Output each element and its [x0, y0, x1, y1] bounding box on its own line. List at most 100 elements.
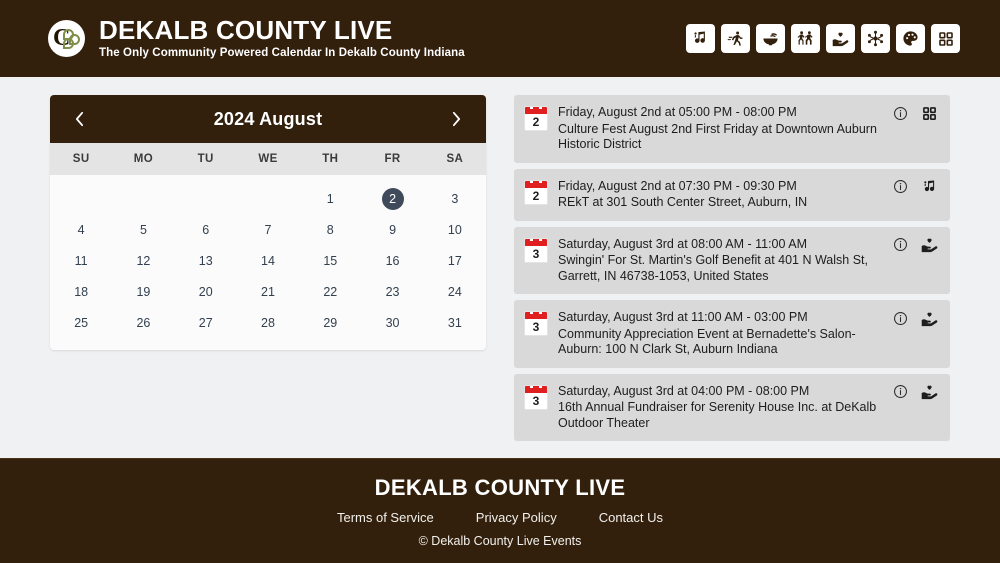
site-title: DEKALB COUNTY LIVE	[99, 15, 393, 45]
calendar-day-1[interactable]: 1	[299, 183, 361, 214]
calendar-day-3[interactable]: 3	[424, 183, 486, 214]
calendar-day-28[interactable]: 28	[237, 307, 299, 338]
footer-link-terms-of-service[interactable]: Terms of Service	[337, 510, 434, 525]
calendar-day-label: 10	[447, 222, 462, 237]
category-button-arts[interactable]	[896, 24, 925, 53]
hand-heart-charity-icon	[921, 236, 938, 258]
calendar-weekday-th: TH	[322, 153, 339, 165]
event-day-number: 2	[532, 115, 540, 129]
calendar-day-label: 29	[323, 315, 338, 330]
category-button-family[interactable]	[791, 24, 820, 53]
calendar-day-11[interactable]: 11	[50, 245, 112, 276]
brand[interactable]: C DEKALB COUNTY LIVE The Only Community …	[48, 16, 465, 61]
event-category-button[interactable]	[921, 383, 938, 405]
calendar-day-21[interactable]: 21	[237, 276, 299, 307]
event-title-location: Community Appreciation Event at Bernadet…	[558, 326, 856, 357]
calendar-day-14[interactable]: 14	[237, 245, 299, 276]
events-container: 2 Friday, August 2nd at 05:00 PM - 08:00 …	[514, 95, 950, 447]
calendar-prev-month-button[interactable]	[66, 106, 92, 132]
calendar-day-16[interactable]: 16	[361, 245, 423, 276]
event-info-button[interactable]	[892, 385, 909, 403]
info-circle-icon	[893, 237, 908, 257]
event-info-button[interactable]	[892, 179, 909, 199]
calendar-day-12[interactable]: 12	[112, 245, 174, 276]
calendar-day-label: 24	[447, 284, 462, 299]
category-button-charity[interactable]	[826, 24, 855, 53]
calendar-day-15[interactable]: 15	[299, 245, 361, 276]
hand-heart-charity-icon	[921, 383, 938, 405]
calendar-day-24[interactable]: 24	[424, 276, 486, 307]
events-list: 2 Friday, August 2nd at 05:00 PM - 08:00 …	[514, 95, 950, 458]
calendar-day-31[interactable]: 31	[424, 307, 486, 338]
event-datetime: Saturday, August 3rd at 11:00 AM - 03:00…	[558, 310, 808, 324]
calendar-next-month-button[interactable]	[444, 106, 470, 132]
calendar-day-2[interactable]: 2	[361, 183, 423, 214]
event-category-button[interactable]	[921, 106, 938, 124]
calendar-day-25[interactable]: 25	[50, 307, 112, 338]
logo-leaf-icon	[63, 38, 74, 49]
info-circle-icon	[893, 179, 908, 199]
event-row[interactable]: 2 Friday, August 2nd at 07:30 PM - 09:30 …	[514, 168, 950, 221]
event-row[interactable]: 3 Saturday, August 3rd at 04:00 PM - 08:0…	[514, 373, 950, 441]
event-actions	[892, 384, 938, 403]
event-row[interactable]: 3 Saturday, August 3rd at 08:00 AM - 11:0…	[514, 226, 950, 294]
calendar-day-23[interactable]: 23	[361, 276, 423, 307]
calendar-day-9[interactable]: 9	[361, 214, 423, 245]
event-title-location: REkT at 301 South Center Street, Auburn,…	[558, 195, 808, 209]
network-share-icon	[867, 30, 884, 47]
calendar-day-4[interactable]: 4	[50, 214, 112, 245]
calendar-day-label: 28	[261, 315, 275, 330]
calendar-day-13[interactable]: 13	[175, 245, 237, 276]
event-row[interactable]: 3 Saturday, August 3rd at 11:00 AM - 03:0…	[514, 300, 950, 368]
event-date-calendar-icon: 3	[524, 237, 548, 263]
event-info-button[interactable]	[892, 237, 909, 257]
calendar-empty-cell	[112, 183, 174, 214]
calendar-day-label: 14	[261, 253, 275, 268]
calendar-day-grid: 1 2 3 4 5 6 7 8 9 10 11 12 13 14 15 16 17 18 19 20 21 22 23 24 2…	[50, 175, 486, 350]
brand-text: DEKALB COUNTY LIVE The Only Community Po…	[99, 16, 465, 61]
event-row[interactable]: 2 Friday, August 2nd at 05:00 PM - 08:00 …	[514, 95, 950, 163]
calendar-header: 2024 August	[50, 95, 486, 143]
site-logo-icon: C	[48, 20, 85, 57]
calendar-weekday-we: WE	[258, 153, 278, 165]
event-category-button[interactable]	[921, 179, 938, 198]
calendar-day-27[interactable]: 27	[175, 307, 237, 338]
calendar-day-26[interactable]: 26	[112, 307, 174, 338]
category-button-all[interactable]	[931, 24, 960, 53]
calendar-day-17[interactable]: 17	[424, 245, 486, 276]
footer-link-privacy-policy[interactable]: Privacy Policy	[476, 510, 557, 525]
calendar-day-29[interactable]: 29	[299, 307, 361, 338]
calendar-weekday-su: SU	[72, 153, 90, 165]
category-button-sports[interactable]	[721, 24, 750, 53]
calendar-day-20[interactable]: 20	[175, 276, 237, 307]
calendar-day-6[interactable]: 6	[175, 214, 237, 245]
event-date-calendar-icon: 3	[524, 384, 548, 410]
hand-heart-charity-icon	[832, 32, 849, 47]
event-text: Saturday, August 3rd at 08:00 AM - 11:00…	[558, 237, 892, 285]
calendar-day-10[interactable]: 10	[424, 214, 486, 245]
event-category-button[interactable]	[921, 312, 938, 329]
event-info-button[interactable]	[892, 106, 909, 124]
calendar-day-22[interactable]: 22	[299, 276, 361, 307]
calendar-day-7[interactable]: 7	[237, 214, 299, 245]
site-header: C DEKALB COUNTY LIVE The Only Community …	[0, 0, 1000, 77]
calendar-day-19[interactable]: 19	[112, 276, 174, 307]
calendar-day-label: 11	[74, 253, 88, 268]
footer-link-contact-us[interactable]: Contact Us	[599, 510, 663, 525]
calendar-day-label: 12	[136, 253, 151, 268]
events-scroll-up-button[interactable]	[892, 455, 914, 458]
calendar-widget: 2024 August SU MO TU WE TH FR SA 1 2 3 4 5 6 7 8 9 10 11…	[50, 95, 486, 350]
category-button-community[interactable]	[861, 24, 890, 53]
event-category-button[interactable]	[921, 236, 938, 258]
event-info-button[interactable]	[892, 311, 909, 329]
calendar-day-18[interactable]: 18	[50, 276, 112, 307]
calendar-day-30[interactable]: 30	[361, 307, 423, 338]
calendar-day-8[interactable]: 8	[299, 214, 361, 245]
event-text: Friday, August 2nd at 05:00 PM - 08:00 P…	[558, 105, 892, 153]
calendar-day-label: 17	[447, 253, 462, 268]
calendar-day-label: 25	[74, 315, 89, 330]
family-people-icon	[797, 31, 813, 45]
category-button-food[interactable]	[756, 24, 785, 53]
category-button-music[interactable]	[686, 24, 715, 53]
calendar-day-5[interactable]: 5	[112, 214, 174, 245]
